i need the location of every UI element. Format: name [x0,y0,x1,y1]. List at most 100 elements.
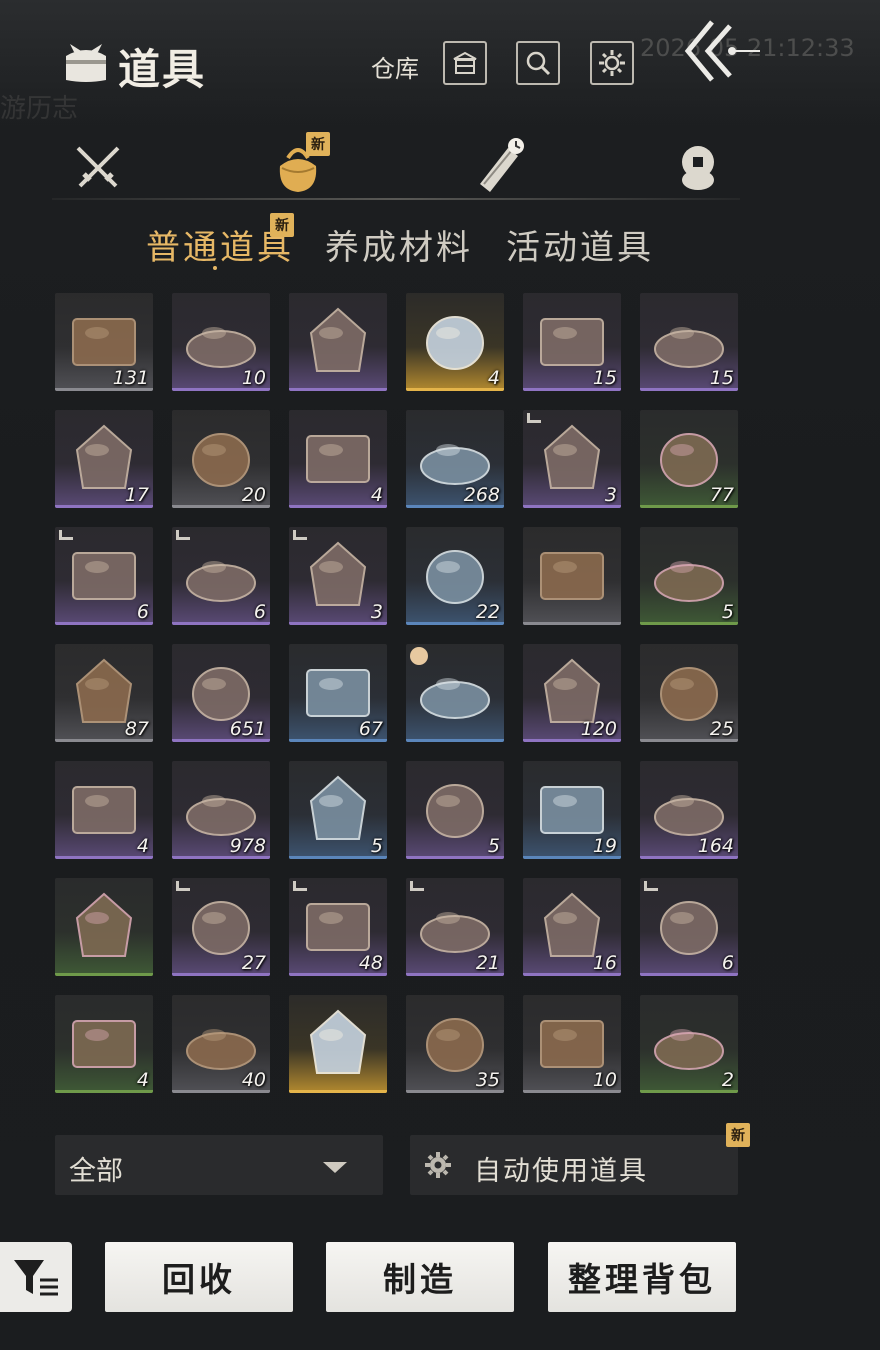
settings-button[interactable] [590,41,634,85]
item-slot[interactable]: 5 [289,761,387,859]
item-slot[interactable]: 6 [55,527,153,625]
item-slot[interactable]: 10 [523,995,621,1093]
active-indicator [213,266,217,270]
item-slot[interactable] [289,293,387,391]
auto-use-label: 自动使用道具 [474,1156,648,1187]
item-count: 27 [241,952,266,974]
item-slot[interactable]: 67 [289,644,387,742]
item-count: 4 [370,484,383,506]
item-slot[interactable]: 15 [523,293,621,391]
arrow-tag-icon [293,881,307,891]
auto-use-button[interactable]: 自动使用道具 [410,1135,738,1195]
item-slot[interactable]: 4 [289,410,387,508]
item-slot[interactable]: 4 [406,293,504,391]
item-slot[interactable]: 651 [172,644,270,742]
item-count: 10 [592,1069,617,1091]
filter-dropdown-value: 全部 [69,1156,123,1187]
back-button[interactable] [682,18,762,84]
item-slot[interactable]: 17 [55,410,153,508]
book-tag-icon [59,530,73,540]
item-slot[interactable]: 5 [406,761,504,859]
new-badge: 新 [306,132,330,156]
item-count: 48 [358,952,383,974]
subtab-materials[interactable]: 养成材料 [325,220,473,269]
item-count: 16 [592,952,617,974]
iron-chest-icon [540,552,604,600]
arrow-tag-icon [644,881,658,891]
item-slot[interactable]: 10 [172,293,270,391]
water-tag-icon [527,413,541,423]
item-slot[interactable]: 6 [172,527,270,625]
item-slot[interactable] [289,995,387,1093]
item-count: 3 [370,601,383,623]
gear-icon [425,1152,451,1178]
item-slot[interactable]: 131 [55,293,153,391]
item-slot[interactable] [55,878,153,976]
arrow-tag-icon [176,881,190,891]
header: 道具 仓库 [0,0,880,125]
item-slot[interactable] [523,527,621,625]
item-slot[interactable]: 77 [640,410,738,508]
warehouse-button[interactable] [443,41,487,85]
divider [52,198,740,200]
item-slot[interactable]: 21 [406,878,504,976]
organize-bag-button[interactable]: 整理背包 [548,1242,736,1312]
item-count: 21 [475,952,500,974]
item-slot[interactable]: 35 [406,995,504,1093]
warehouse-icon [453,51,477,74]
item-count: 77 [709,484,734,506]
mushrooms-icon [75,892,133,957]
item-slot[interactable]: 22 [406,527,504,625]
item-slot[interactable]: 6 [640,878,738,976]
item-count: 67 [358,718,383,740]
double-chevron-left-icon [684,20,760,82]
item-count: 4 [136,835,149,857]
craft-button[interactable]: 制造 [326,1242,514,1312]
item-slot[interactable]: 3 [289,527,387,625]
item-count: 6 [136,601,149,623]
item-slot[interactable]: 268 [406,410,504,508]
item-count: 5 [370,835,383,857]
subtab-event-items[interactable]: 活动道具 [506,220,654,269]
item-count: 651 [229,718,266,740]
item-slot[interactable]: 5 [640,527,738,625]
item-slot[interactable]: 164 [640,761,738,859]
book-tag-icon [176,530,190,540]
item-count: 22 [475,601,500,623]
item-slot[interactable]: 87 [55,644,153,742]
item-slot[interactable]: 19 [523,761,621,859]
item-count: 35 [475,1069,500,1091]
item-slot[interactable]: 2 [640,995,738,1093]
filter-dropdown[interactable]: 全部 [55,1135,383,1195]
book-tag-icon [410,881,424,891]
warehouse-label[interactable]: 仓库 [371,49,419,84]
item-slot[interactable]: 20 [172,410,270,508]
item-slot[interactable]: 25 [640,644,738,742]
recycle-button[interactable]: 回收 [105,1242,293,1312]
item-slot[interactable]: 15 [640,293,738,391]
item-slot[interactable]: 120 [523,644,621,742]
item-slot[interactable]: 27 [172,878,270,976]
item-count: 6 [253,601,266,623]
coin-stack-icon[interactable] [670,140,726,196]
moth-icon [309,1009,367,1074]
item-count: 10 [241,367,266,389]
category-tabs: 新 [0,130,880,202]
item-count: 40 [241,1069,266,1091]
chevron-down-icon [323,1162,347,1173]
item-slot[interactable]: 4 [55,761,153,859]
item-slot[interactable]: 16 [523,878,621,976]
item-count: 268 [463,484,500,506]
item-slot[interactable]: 978 [172,761,270,859]
item-slot[interactable]: 48 [289,878,387,976]
item-slot[interactable]: 4 [55,995,153,1093]
item-slot[interactable]: 3 [523,410,621,508]
item-count: 20 [241,484,266,506]
scroll-clock-icon[interactable] [470,138,526,194]
crossed-swords-icon[interactable] [70,140,126,196]
sort-filter-button[interactable] [0,1242,72,1312]
clock-tag-icon [410,647,428,665]
item-slot[interactable]: 40 [172,995,270,1093]
item-slot[interactable] [406,644,504,742]
search-button[interactable] [516,41,560,85]
